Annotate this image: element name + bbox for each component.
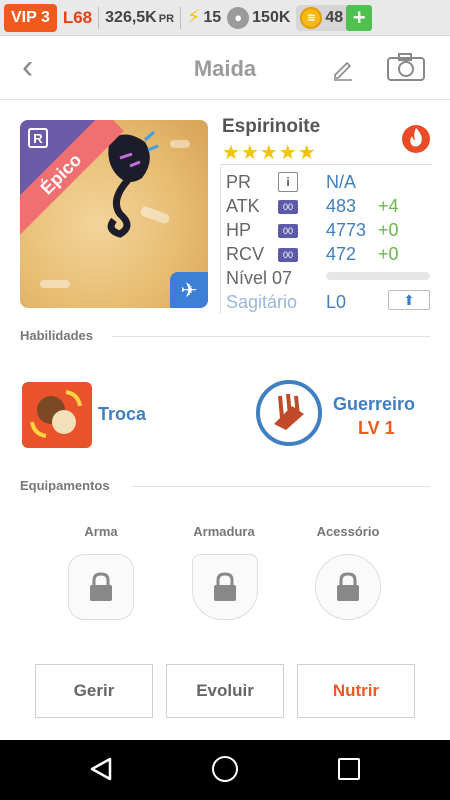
lock-icon bbox=[90, 572, 112, 601]
lock-icon bbox=[214, 572, 236, 601]
swap-icon bbox=[30, 390, 82, 438]
class-name: Guerreiro bbox=[333, 394, 416, 414]
paw-icon: ● bbox=[227, 6, 250, 29]
rarity-mark: R bbox=[28, 128, 48, 148]
monster-name: Espirinoite bbox=[222, 116, 321, 137]
power-unit: PR bbox=[158, 12, 175, 25]
stat-tag: 00 bbox=[278, 200, 298, 214]
food-counter[interactable]: ● 150K bbox=[227, 6, 291, 29]
nav-recents-icon[interactable] bbox=[338, 758, 360, 780]
class-icon-warrior[interactable] bbox=[256, 380, 322, 446]
stat-value: 472 bbox=[326, 244, 357, 264]
stat-value: 4773 bbox=[326, 220, 367, 240]
equip-label-weapon: Arma bbox=[84, 524, 118, 539]
android-nav-bar bbox=[0, 740, 450, 800]
section-title-equipment: Equipamentos bbox=[20, 478, 110, 493]
energy-value: 15 bbox=[203, 8, 222, 26]
ground-mark bbox=[170, 140, 190, 148]
monster-portrait[interactable]: R Épico ✈ bbox=[20, 120, 208, 308]
player-level: L68 bbox=[62, 7, 93, 27]
gems-counter[interactable]: ≋ 48 + bbox=[296, 4, 373, 31]
energy-counter[interactable]: ⚡ 15 bbox=[187, 8, 221, 27]
star-rating: ★★★★★ bbox=[222, 142, 317, 164]
fire-element-icon bbox=[402, 125, 430, 153]
stat-value: 483 bbox=[326, 196, 357, 216]
evolve-button[interactable]: Evoluir bbox=[166, 664, 284, 718]
add-gems-button[interactable]: + bbox=[346, 4, 373, 31]
claw-icon bbox=[274, 393, 304, 430]
divider bbox=[220, 164, 432, 165]
page-header: ‹ Maida bbox=[0, 36, 450, 100]
stat-delta: +0 bbox=[378, 220, 399, 240]
info-icon[interactable]: i bbox=[278, 172, 298, 192]
power-rating: 326,5K PR bbox=[105, 9, 174, 27]
stat-label: RCV bbox=[226, 244, 265, 264]
divider bbox=[112, 336, 430, 337]
manage-button[interactable]: Gerir bbox=[35, 664, 153, 718]
arrow-up-icon: ⬆ bbox=[403, 291, 415, 308]
stat-tag: 00 bbox=[278, 248, 298, 262]
stat-label: ATK bbox=[226, 196, 260, 216]
ground-mark bbox=[40, 280, 70, 288]
divider bbox=[98, 6, 100, 29]
status-bar: VIP 3 L68 326,5K PR ⚡ 15 ● 150K ≋ 48 + bbox=[0, 0, 450, 36]
class-level: LV 1 bbox=[358, 418, 395, 438]
equip-label-accessory: Acessório bbox=[316, 524, 380, 539]
lightning-icon: ⚡ bbox=[187, 7, 201, 28]
nav-back-icon[interactable] bbox=[88, 756, 114, 782]
skill-name[interactable]: Troca bbox=[98, 404, 146, 425]
gems-value: 48 bbox=[325, 8, 344, 26]
skill-icon-swap[interactable] bbox=[22, 382, 92, 448]
stat-delta: +4 bbox=[378, 196, 399, 216]
nav-home-icon[interactable] bbox=[212, 756, 238, 782]
stat-label: HP bbox=[226, 220, 252, 240]
divider bbox=[132, 486, 430, 487]
armor-slot[interactable] bbox=[192, 554, 258, 620]
sagittarius-icon: ✈ bbox=[180, 279, 198, 302]
camera-icon[interactable] bbox=[386, 52, 426, 82]
upgrade-sign-button[interactable]: ⬆ bbox=[388, 290, 430, 310]
divider bbox=[220, 166, 221, 314]
section-title-skills: Habilidades bbox=[20, 328, 93, 343]
feed-button[interactable]: Nutrir bbox=[297, 664, 415, 718]
level-label: Nível 07 bbox=[226, 268, 293, 288]
xp-progress-bar bbox=[326, 272, 430, 280]
element-badge: ✈ bbox=[170, 272, 208, 308]
lock-icon bbox=[337, 572, 359, 601]
power-value: 326,5K bbox=[105, 8, 157, 26]
weapon-slot[interactable] bbox=[68, 554, 134, 620]
food-value: 150K bbox=[252, 8, 291, 26]
pencil-icon[interactable] bbox=[330, 56, 356, 82]
stat-label: PR bbox=[226, 172, 252, 192]
stat-value: N/A bbox=[326, 172, 357, 192]
sign-label[interactable]: Sagitário bbox=[226, 292, 297, 313]
vip-badge[interactable]: VIP 3 bbox=[4, 3, 57, 32]
stat-delta: +0 bbox=[378, 244, 399, 264]
accessory-slot[interactable] bbox=[315, 554, 381, 620]
stat-tag: 00 bbox=[278, 224, 298, 238]
coin-icon: ≋ bbox=[300, 6, 323, 29]
page-title: Maida bbox=[193, 56, 257, 81]
sign-level: L0 bbox=[326, 292, 347, 312]
equip-label-armor: Armadura bbox=[193, 524, 255, 539]
divider bbox=[180, 6, 182, 29]
